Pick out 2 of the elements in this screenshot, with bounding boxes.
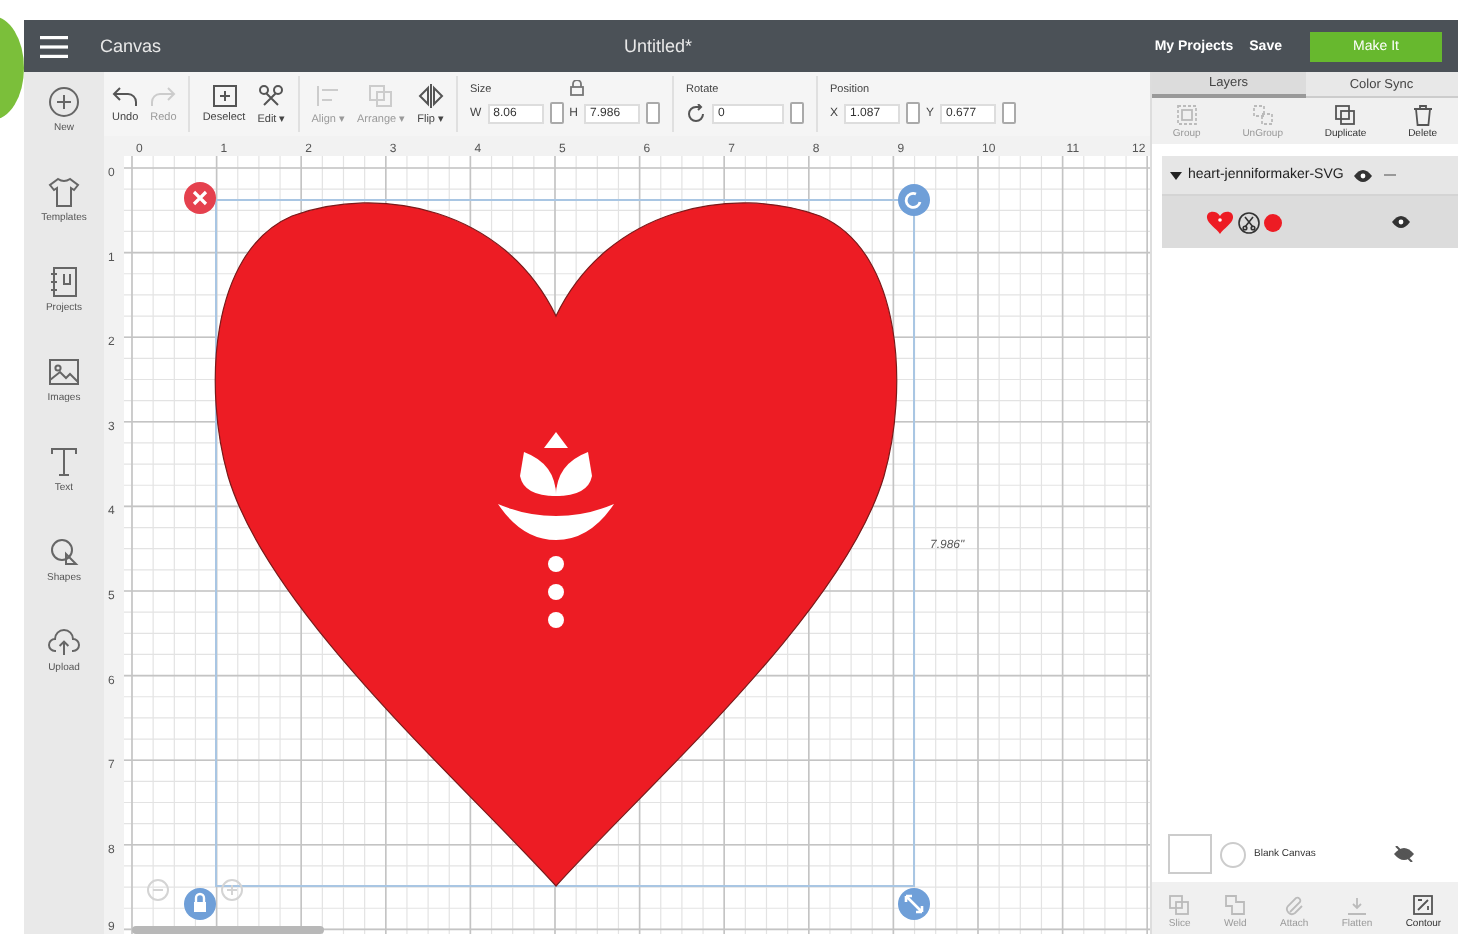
document-title: Untitled*	[624, 36, 693, 56]
app-title: Canvas	[100, 36, 162, 56]
